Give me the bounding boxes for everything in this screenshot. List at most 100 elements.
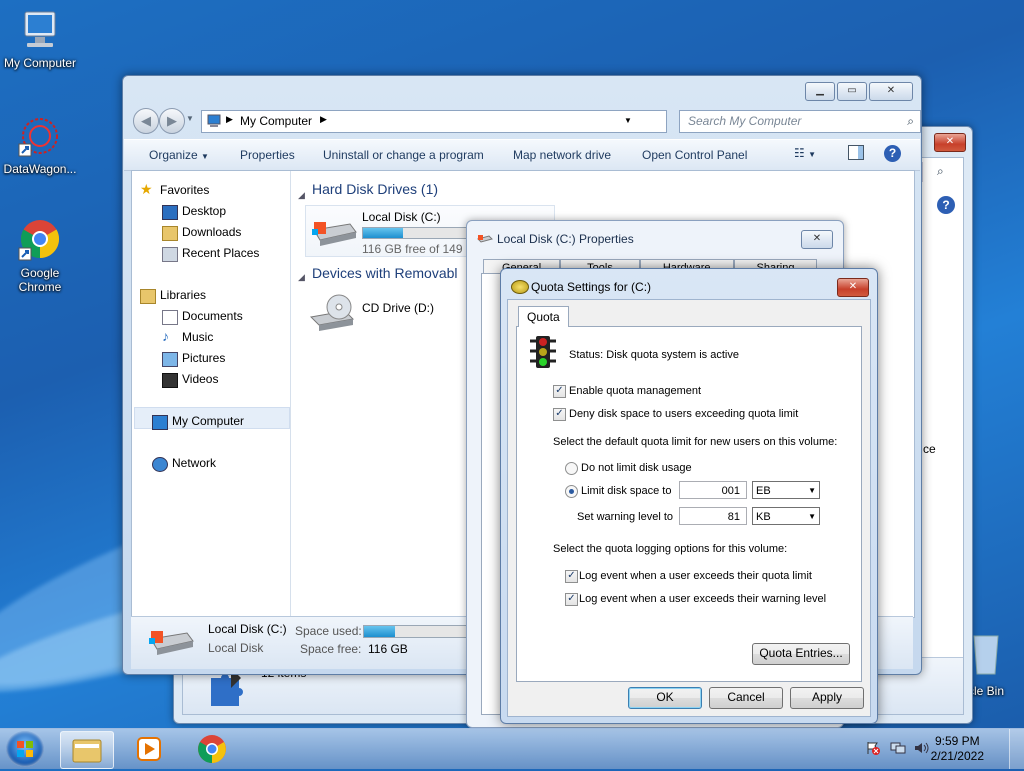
- nav-pictures[interactable]: Pictures: [162, 351, 225, 367]
- drive-free-text: 116 GB free of 149 G: [362, 242, 476, 256]
- nav-desktop[interactable]: Desktop: [162, 204, 226, 220]
- group-header-removable[interactable]: Devices with Removabl: [312, 265, 458, 281]
- close-icon[interactable]: ✕: [837, 278, 869, 297]
- address-row: ◀ ▶ ▼ ▶ My Computer ▶ ▼ ⇆ Search My Comp…: [131, 107, 921, 135]
- partial-label: ce: [923, 442, 936, 456]
- help-icon[interactable]: ?: [937, 196, 955, 214]
- nav-my-computer[interactable]: My Computer: [152, 414, 244, 430]
- taskbar: 9:59 PM 2/21/2022: [0, 728, 1024, 769]
- deny-space-checkbox[interactable]: ✓: [553, 408, 566, 421]
- nav-favorites[interactable]: ★ Favorites: [140, 181, 209, 197]
- uninstall-button[interactable]: Uninstall or change a program: [323, 148, 484, 162]
- cancel-button[interactable]: Cancel: [709, 687, 783, 709]
- quota-entries-button[interactable]: Quota Entries...: [752, 643, 850, 665]
- dialog-title: Quota Settings for (C:): [531, 280, 652, 294]
- taskbar-media-player-button[interactable]: [122, 731, 174, 767]
- breadcrumb-chevron-icon[interactable]: ▶: [320, 114, 327, 125]
- close-icon[interactable]: ✕: [801, 230, 833, 249]
- taskbar-explorer-button[interactable]: [60, 731, 114, 769]
- collapse-icon[interactable]: ◢: [298, 272, 305, 283]
- warning-value-input[interactable]: 81: [679, 507, 747, 525]
- breadcrumb-chevron-icon[interactable]: ▶: [226, 114, 233, 125]
- log-warning-label[interactable]: Log event when a user exceeds their warn…: [579, 593, 826, 605]
- close-icon[interactable]: ✕: [934, 133, 966, 152]
- nav-music[interactable]: ♪ Music: [162, 328, 213, 344]
- preview-pane-icon[interactable]: [848, 145, 864, 160]
- search-input[interactable]: Search My Computer ⌕: [679, 110, 921, 133]
- deny-space-label[interactable]: Deny disk space to users exceeding quota…: [569, 408, 798, 420]
- warning-unit-select[interactable]: KB: [752, 507, 820, 526]
- limit-radio[interactable]: [565, 485, 578, 498]
- address-dropdown-icon[interactable]: ▼: [624, 116, 632, 125]
- desktop-icon-label: My Computer: [3, 56, 77, 70]
- quota-status-text: Status: Disk quota system is active: [569, 349, 739, 361]
- enable-quota-checkbox[interactable]: ✓: [553, 385, 566, 398]
- view-options-icon[interactable]: ☷ ▼: [794, 146, 816, 160]
- map-network-drive-button[interactable]: Map network drive: [513, 148, 611, 162]
- limit-value-input[interactable]: 001: [679, 481, 747, 499]
- show-desktop-button[interactable]: [1009, 729, 1024, 769]
- ok-button[interactable]: OK: [628, 687, 702, 709]
- desktop-icon-chrome[interactable]: Google Chrome: [0, 218, 80, 294]
- volume-icon[interactable]: [914, 741, 930, 755]
- nav-downloads[interactable]: Downloads: [162, 225, 241, 241]
- drive-usage-fill: [363, 228, 404, 238]
- nav-videos[interactable]: Videos: [162, 372, 218, 388]
- nav-documents[interactable]: Documents: [162, 309, 243, 325]
- details-drive-name: Local Disk (C:): [208, 622, 287, 636]
- pictures-icon: [162, 352, 178, 367]
- search-icon[interactable]: ⌕: [922, 162, 963, 182]
- close-icon[interactable]: ✕: [869, 82, 913, 101]
- quota-settings-dialog[interactable]: Quota Settings for (C:) ✕ Quota Status: …: [500, 268, 878, 724]
- collapse-icon[interactable]: ◢: [298, 190, 305, 201]
- organize-button[interactable]: Organize ▼: [149, 148, 209, 162]
- address-text[interactable]: My Computer: [240, 114, 312, 128]
- no-limit-label[interactable]: Do not limit disk usage: [581, 462, 692, 474]
- properties-button[interactable]: Properties: [240, 148, 295, 162]
- drive-name: Local Disk (C:): [362, 210, 441, 224]
- address-bar[interactable]: ▶ My Computer ▶ ▼: [201, 110, 667, 133]
- cd-drive-icon[interactable]: [307, 291, 357, 338]
- clock-time: 9:59 PM: [934, 734, 980, 748]
- no-limit-radio[interactable]: [565, 462, 578, 475]
- log-limit-checkbox[interactable]: ✓: [565, 570, 578, 583]
- nav-recent-places[interactable]: Recent Places: [162, 246, 259, 262]
- tab-quota[interactable]: Quota: [518, 306, 569, 327]
- network-tray-icon[interactable]: [890, 741, 906, 755]
- nav-libraries[interactable]: Libraries: [140, 288, 206, 304]
- computer-small-icon: [206, 114, 222, 131]
- group-header-hard-disk-drives[interactable]: Hard Disk Drives (1): [312, 181, 438, 197]
- log-limit-label[interactable]: Log event when a user exceeds their quot…: [579, 570, 812, 582]
- music-icon: ♪: [162, 328, 169, 344]
- details-drive-type: Local Disk: [208, 641, 264, 655]
- desktop-icon-my-computer[interactable]: My Computer: [0, 8, 80, 70]
- start-button[interactable]: [6, 731, 44, 767]
- videos-icon: [162, 373, 178, 388]
- forward-button[interactable]: ▶: [159, 108, 185, 134]
- help-icon[interactable]: ?: [884, 145, 901, 162]
- system-clock[interactable]: 9:59 PM 2/21/2022: [931, 734, 984, 764]
- network-icon: [152, 457, 168, 472]
- back-button[interactable]: ◀: [133, 108, 159, 134]
- desktop-icon-label: Google Chrome: [18, 266, 62, 294]
- desktop-icon-datawagon[interactable]: DataWagon...: [0, 114, 80, 176]
- warning-label: Set warning level to: [577, 511, 673, 523]
- minimize-icon[interactable]: ▁: [805, 82, 835, 101]
- apply-button[interactable]: Apply: [790, 687, 864, 709]
- log-warning-checkbox[interactable]: ✓: [565, 593, 578, 606]
- cd-drive-name[interactable]: CD Drive (D:): [362, 301, 434, 315]
- open-control-panel-button[interactable]: Open Control Panel: [642, 148, 747, 162]
- maximize-icon[interactable]: ▭: [837, 82, 867, 101]
- limit-unit-select[interactable]: EB: [752, 481, 820, 500]
- traffic-light-icon: [529, 335, 557, 372]
- desktop-icon-label: cle Bin: [968, 684, 1005, 698]
- documents-icon: [162, 310, 178, 325]
- dialog-title: Local Disk (C:) Properties: [497, 232, 634, 246]
- enable-quota-label[interactable]: Enable quota management: [569, 385, 701, 397]
- space-used-label: Space used:: [295, 624, 362, 638]
- recent-pages-icon[interactable]: ▼: [186, 114, 194, 123]
- nav-network[interactable]: Network: [152, 456, 216, 472]
- action-center-flag-icon[interactable]: [866, 741, 880, 755]
- taskbar-chrome-button[interactable]: [186, 731, 238, 767]
- limit-label[interactable]: Limit disk space to: [581, 485, 671, 497]
